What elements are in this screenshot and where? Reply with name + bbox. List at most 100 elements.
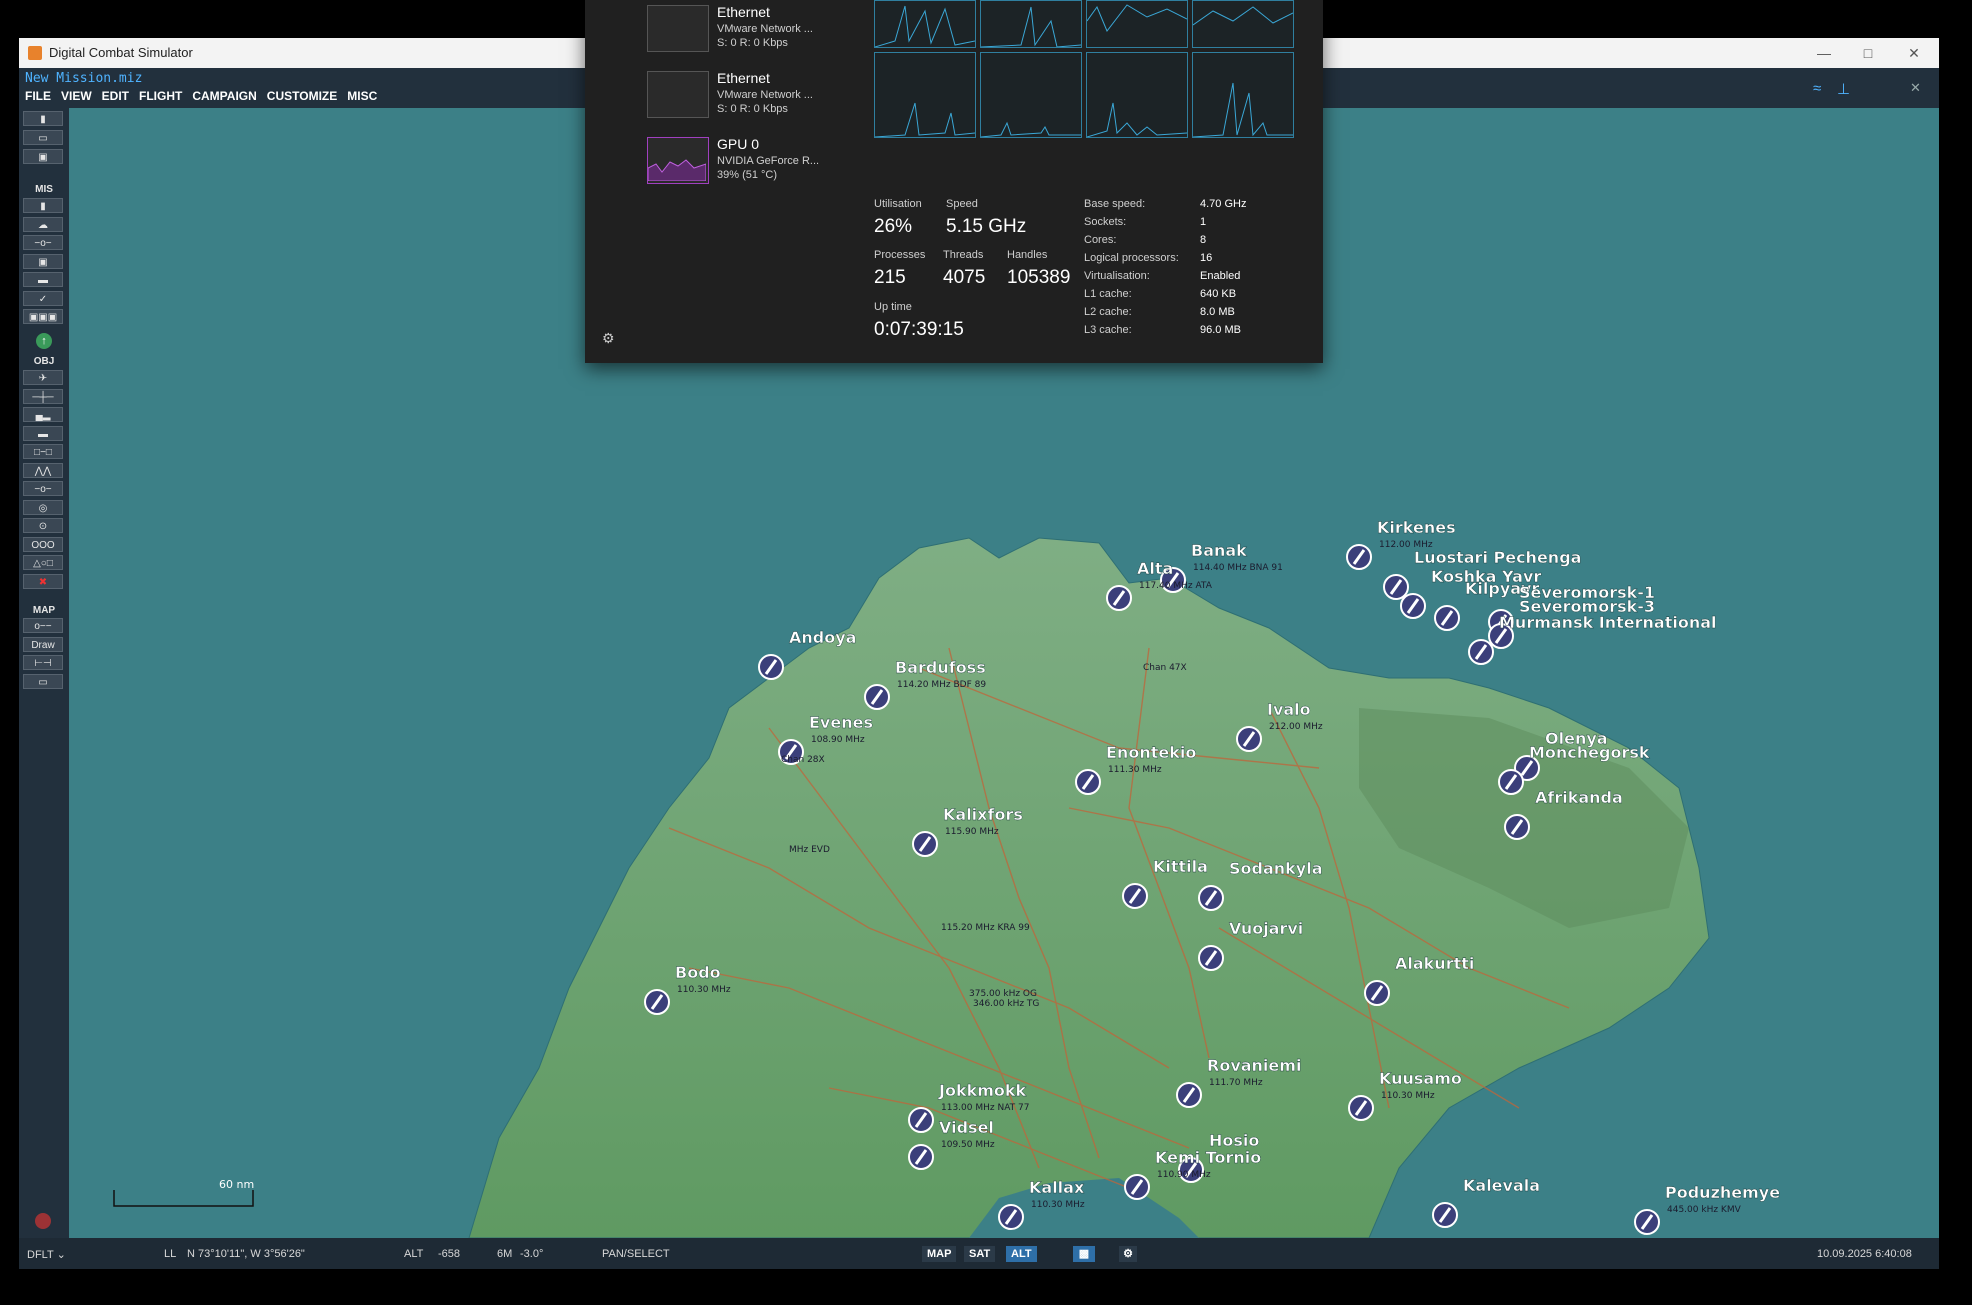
wifi-icon[interactable]: ≈ xyxy=(1813,80,1821,97)
main-menu: FILE VIEW EDIT FLIGHT CAMPAIGN CUSTOMIZE… xyxy=(25,89,377,103)
alt-view-button[interactable]: ALT xyxy=(1006,1246,1037,1262)
group-icon[interactable]: OOO xyxy=(23,537,63,552)
zone-icon[interactable]: ⋀⋀ xyxy=(23,463,63,478)
core-graph xyxy=(874,52,976,138)
core-graph xyxy=(1192,52,1294,138)
rectangle-icon[interactable]: ▭ xyxy=(23,674,63,689)
airfield-frequency: 108.90 MHz xyxy=(811,735,865,745)
airfield-frequency: 111.70 MHz xyxy=(1209,1078,1263,1088)
menu-file[interactable]: FILE xyxy=(25,89,51,103)
device-ethernet-2[interactable]: Ethernet VMware Network ... S: 0 R: 0 Kb… xyxy=(647,66,847,118)
menu-campaign[interactable]: CAMPAIGN xyxy=(192,89,256,103)
device-name: Ethernet xyxy=(717,70,770,86)
target-icon[interactable]: ◎ xyxy=(23,500,63,515)
new-mission-icon[interactable]: ▮ xyxy=(23,111,63,126)
airfield-frequency: 212.00 MHz xyxy=(1269,722,1323,732)
airfield-name: Alta xyxy=(1137,559,1173,578)
device-ethernet-1[interactable]: Ethernet VMware Network ... S: 0 R: 0 Kb… xyxy=(647,0,847,52)
device-gpu-0[interactable]: GPU 0 NVIDIA GeForce R... 39% (51 °C) xyxy=(647,132,847,184)
radio-icon[interactable]: ▬ xyxy=(23,272,63,287)
shapes-icon[interactable]: △○□ xyxy=(23,555,63,570)
spec-label: Base speed: xyxy=(1084,198,1146,210)
airfield-name: Vuojarvi xyxy=(1229,919,1303,938)
triggers-icon[interactable]: −o− xyxy=(23,235,63,250)
static-object-icon[interactable]: □−□ xyxy=(23,444,63,459)
sidebar-section-mis: MIS xyxy=(35,184,53,195)
airfield-name: Bodo xyxy=(675,963,721,982)
mission-briefing-icon[interactable]: ▮ xyxy=(23,198,63,213)
airfield-frequency: 110.30 MHz xyxy=(1381,1091,1435,1101)
core-graph xyxy=(874,0,976,48)
airfield-marker[interactable]: Poduzhemye 445.00 kHz KMV xyxy=(1634,1183,1780,1235)
menu-edit[interactable]: EDIT xyxy=(102,89,129,103)
spec-value: 8.0 MB xyxy=(1200,306,1235,318)
close-icon[interactable]: ✕ xyxy=(1903,42,1925,64)
ruler-icon[interactable]: ⊢⊣ xyxy=(23,655,63,670)
goals-icon[interactable]: ▣ xyxy=(23,254,63,269)
open-folder-icon[interactable]: ▭ xyxy=(23,130,63,145)
record-icon[interactable] xyxy=(35,1213,51,1229)
spec-value: 640 KB xyxy=(1200,288,1237,300)
maximize-icon[interactable]: □ xyxy=(1857,42,1879,64)
arrow-up-icon[interactable]: ↑ xyxy=(36,333,52,349)
core-graph xyxy=(980,52,1082,138)
save-icon[interactable]: ▣ xyxy=(23,149,63,164)
spec-value: 8 xyxy=(1200,234,1207,246)
profile-select[interactable]: DFLT ⌄ xyxy=(27,1248,66,1261)
helicopter-icon[interactable]: ─┼─ xyxy=(23,389,63,404)
airfield-frequency: 110.30 MHz xyxy=(1031,1200,1085,1210)
waypoint-icon[interactable]: −o− xyxy=(23,481,63,496)
check-icon[interactable]: ✓ xyxy=(23,291,63,306)
antenna-icon[interactable]: ⊥ xyxy=(1837,80,1850,98)
ship-icon[interactable]: ▄▂ xyxy=(23,407,63,422)
draw-button[interactable]: Draw xyxy=(23,637,63,652)
alt-label: ALT xyxy=(404,1248,424,1260)
panel-close-icon[interactable]: ✕ xyxy=(1910,80,1921,96)
coalitions-icon[interactable]: ▣▣▣ xyxy=(23,309,63,324)
airfield-name: Enontekio xyxy=(1106,743,1196,762)
spec-value: 96.0 MB xyxy=(1200,324,1241,336)
delete-icon[interactable]: ✖ xyxy=(23,574,63,589)
menu-misc[interactable]: MISC xyxy=(347,89,377,103)
scale-label: 60 nm xyxy=(219,1178,254,1191)
airfield-name: Luostari Pechenga xyxy=(1414,548,1581,567)
threads-value: 4075 xyxy=(943,267,986,288)
spec-label: L2 cache: xyxy=(1084,306,1132,318)
map-extra-label: 375.00 kHz OG xyxy=(969,989,1037,999)
menu-customize[interactable]: CUSTOMIZE xyxy=(267,89,337,103)
aircraft-icon[interactable]: ✈ xyxy=(23,370,63,385)
airfield-name: Murmansk International xyxy=(1499,613,1717,632)
airfield-name: Kemi Tornio xyxy=(1155,1148,1261,1167)
menu-flight[interactable]: FLIGHT xyxy=(139,89,182,103)
window-title: Digital Combat Simulator xyxy=(49,45,193,60)
settings-gear-icon[interactable]: ⚙ xyxy=(1119,1246,1137,1262)
threads-label: Threads xyxy=(943,249,984,261)
device-name: Ethernet xyxy=(717,4,770,20)
vehicle-icon[interactable]: ▬ xyxy=(23,426,63,441)
coord-mode[interactable]: LL xyxy=(164,1248,176,1260)
gpu-graph-thumbnail xyxy=(647,137,709,184)
airfield-name: Bardufoss xyxy=(895,658,986,677)
cpu-core-graphs xyxy=(874,0,1296,172)
map-view-button[interactable]: MAP xyxy=(922,1246,957,1262)
weather-icon[interactable]: ☁ xyxy=(23,217,63,232)
utilisation-value: 26% xyxy=(874,216,913,237)
airfield-name: Alakurtti xyxy=(1395,954,1474,973)
map-key-icon[interactable]: o−− xyxy=(23,618,63,633)
menu-view[interactable]: VIEW xyxy=(61,89,92,103)
uptime-label: Up time xyxy=(874,301,912,313)
minimize-icon[interactable]: — xyxy=(1813,42,1835,64)
circle-zone-icon[interactable]: ⊙ xyxy=(23,518,63,533)
processes-label: Processes xyxy=(874,249,926,261)
airfield-name: Sodankyla xyxy=(1229,859,1323,878)
settings-icon[interactable]: ⚙ xyxy=(602,330,615,347)
device-name: GPU 0 xyxy=(717,136,760,152)
airfield-frequency: 114.20 MHz BDF 89 xyxy=(897,680,986,690)
airfield-marker[interactable]: Kalevala xyxy=(1432,1176,1540,1228)
sat-view-button[interactable]: SAT xyxy=(964,1246,996,1262)
sidebar-section-obj: OBJ xyxy=(33,356,55,367)
device-desc: VMware Network ... xyxy=(717,89,813,101)
utilisation-label: Utilisation xyxy=(874,198,922,210)
layers-icon[interactable]: ▩ xyxy=(1073,1246,1095,1262)
mission-name: New Mission.miz xyxy=(25,71,143,86)
